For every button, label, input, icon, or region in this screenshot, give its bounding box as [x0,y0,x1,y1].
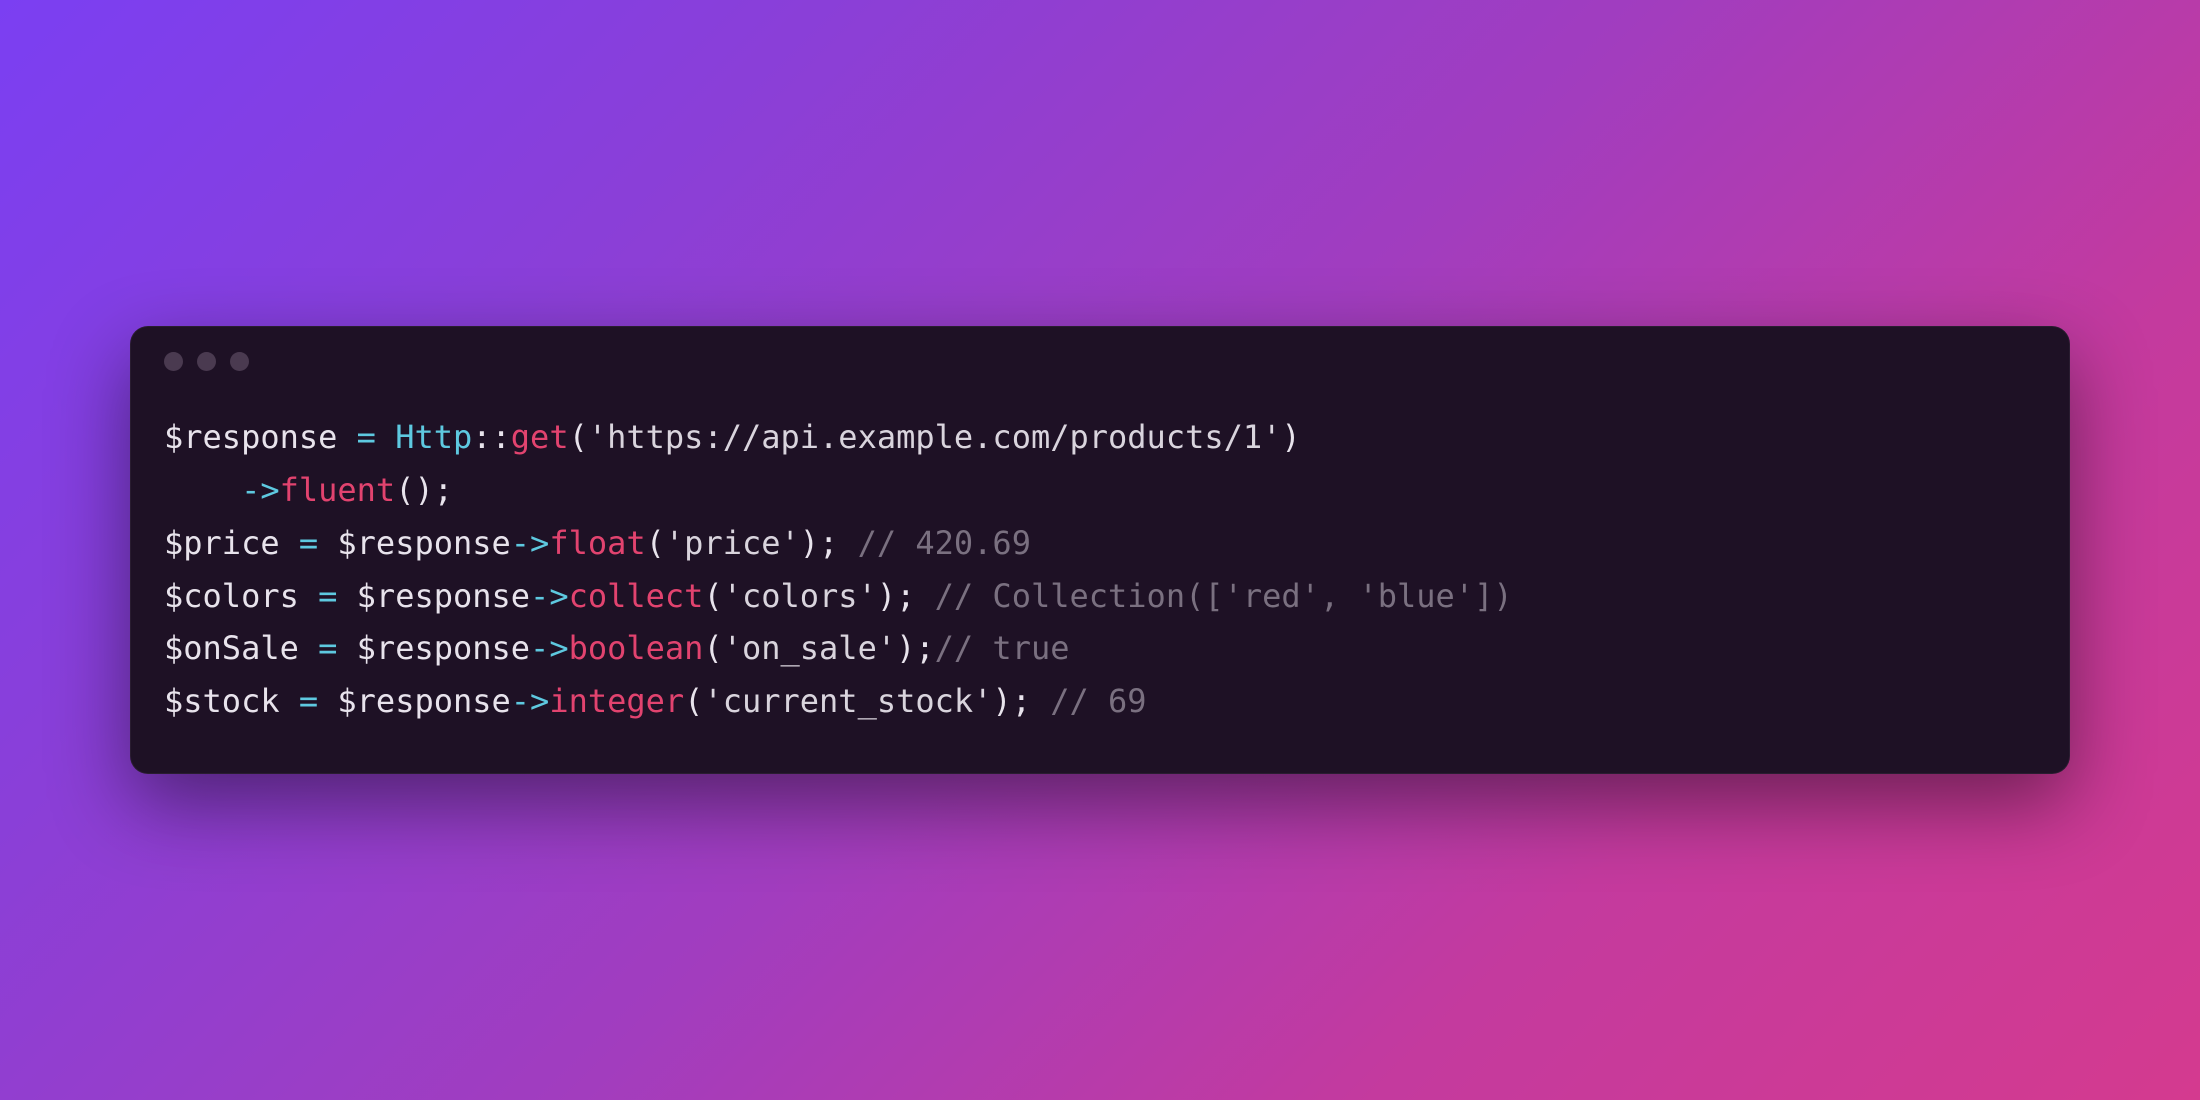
code-line: $colors = $response->collect('colors'); … [164,577,1513,615]
code-token: (); [395,471,453,509]
code-token: = [299,682,318,720]
code-token: -> [530,577,569,615]
code-token [318,524,337,562]
code-token: get [511,418,569,456]
code-block: $response = Http::get('https://api.examp… [130,381,2070,774]
code-token: // Collection(['red', 'blue']) [935,577,1513,615]
code-token: = [357,418,376,456]
code-token [299,577,318,615]
code-token [337,629,356,667]
code-token: ); [877,577,935,615]
code-token [280,524,299,562]
code-window: $response = Http::get('https://api.examp… [130,326,2070,774]
code-token: $response [337,524,510,562]
code-token [299,629,318,667]
code-token: Http [395,418,472,456]
code-token: = [318,629,337,667]
code-token: boolean [569,629,704,667]
code-token: = [299,524,318,562]
code-token: ( [646,524,665,562]
code-token [337,577,356,615]
code-line: $onSale = $response->boolean('on_sale');… [164,629,1069,667]
code-token: -> [530,629,569,667]
code-token: fluent [280,471,396,509]
code-token: 'https://api.example.com/products/1' [588,418,1282,456]
code-token: collect [569,577,704,615]
code-token: 'colors' [723,577,877,615]
code-line: ->fluent(); [164,471,453,509]
code-token: $price [164,524,280,562]
code-token: $response [337,682,510,720]
code-token: -> [511,682,550,720]
code-token: $stock [164,682,280,720]
traffic-light-minimize-icon[interactable] [197,352,216,371]
code-token: 'on_sale' [723,629,896,667]
code-token: // true [935,629,1070,667]
code-token: ( [703,577,722,615]
code-token: $onSale [164,629,299,667]
code-token: ( [569,418,588,456]
code-token [337,418,356,456]
code-token [376,418,395,456]
code-token: // 69 [1050,682,1146,720]
code-token: ); [800,524,858,562]
code-token: float [549,524,645,562]
code-line: $response = Http::get('https://api.examp… [164,418,1301,456]
code-token: -> [241,471,280,509]
traffic-light-close-icon[interactable] [164,352,183,371]
indent [164,471,241,509]
code-token: ) [1281,418,1300,456]
code-token: $colors [164,577,299,615]
code-token [318,682,337,720]
code-token: integer [549,682,684,720]
code-token: -> [511,524,550,562]
code-token: $response [357,577,530,615]
code-token: $response [357,629,530,667]
code-token: 'price' [665,524,800,562]
code-token: $response [164,418,337,456]
code-line: $price = $response->float('price'); // 4… [164,524,1031,562]
code-token: = [318,577,337,615]
code-token: ); [896,629,935,667]
code-token: ); [992,682,1050,720]
code-token: ( [684,682,703,720]
code-token: :: [472,418,511,456]
code-token: 'current_stock' [703,682,992,720]
code-line: $stock = $response->integer('current_sto… [164,682,1147,720]
window-titlebar [130,326,2070,381]
code-token [280,682,299,720]
traffic-light-zoom-icon[interactable] [230,352,249,371]
code-token: ( [703,629,722,667]
code-token: // 420.69 [858,524,1031,562]
